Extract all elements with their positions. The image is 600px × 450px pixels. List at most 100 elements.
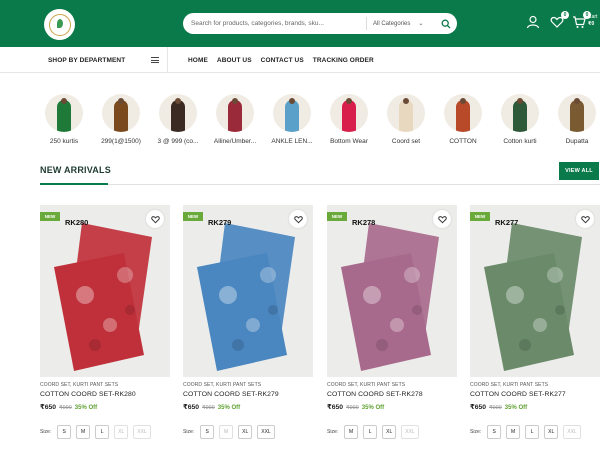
product-category[interactable]: COORD SET, KURTI PANT SETS — [40, 382, 118, 388]
category-figure — [456, 100, 470, 132]
product-image[interactable]: NEW RK278 — [327, 205, 457, 377]
category-item[interactable]: 250 kurtis — [35, 94, 93, 145]
add-to-wishlist-button[interactable] — [289, 210, 307, 228]
sale-price: ₹650 — [183, 404, 200, 411]
product-name[interactable]: COTTON COORD SET-RK277 — [470, 391, 566, 398]
category-figure — [171, 100, 185, 132]
nav-links: HOME ABOUT US CONTACT US TRACKING ORDER — [188, 47, 374, 73]
product-name[interactable]: COTTON COORD SET-RK280 — [40, 391, 136, 398]
category-select[interactable]: All Categories ⌄ — [366, 17, 428, 30]
logo-emblem-icon — [48, 13, 71, 36]
add-to-wishlist-button[interactable] — [146, 210, 164, 228]
price-row: ₹650 ₹999 35% Off — [40, 403, 97, 411]
section-title: NEW ARRIVALS — [40, 165, 111, 175]
product-card[interactable]: NEW RK278 COORD SET, KURTI PANT SETS COTTON… — [327, 205, 457, 450]
size-option[interactable]: S — [487, 425, 502, 439]
size-option[interactable]: XL — [382, 425, 397, 439]
size-option[interactable]: L — [525, 425, 540, 439]
size-label: Size: — [183, 429, 195, 435]
category-item[interactable]: Cotton kurti — [491, 94, 549, 145]
product-name[interactable]: COTTON COORD SET-RK279 — [183, 391, 279, 398]
category-image — [330, 94, 368, 132]
size-label: Size: — [40, 429, 52, 435]
view-all-button[interactable]: VIEW ALL — [559, 162, 599, 180]
account-button[interactable] — [526, 15, 540, 29]
product-code: RK277 — [495, 218, 519, 227]
garment-illustration — [197, 223, 295, 371]
size-option[interactable]: L — [95, 425, 110, 439]
category-image — [159, 94, 197, 132]
size-option[interactable]: M — [344, 425, 359, 439]
category-item[interactable]: Alline/Umber... — [206, 94, 264, 145]
size-selector: Size: M L XL XXL — [327, 424, 457, 440]
product-image[interactable]: NEW RK277 — [470, 205, 600, 377]
category-image — [273, 94, 311, 132]
sale-price: ₹650 — [470, 404, 487, 411]
category-image — [387, 94, 425, 132]
category-figure — [57, 100, 71, 132]
product-card[interactable]: NEW RK280 COORD SET, KURTI PANT SETS COTTON… — [40, 205, 170, 450]
product-code: RK278 — [352, 218, 376, 227]
nav-link-about-us[interactable]: ABOUT US — [217, 57, 252, 64]
product-category[interactable]: COORD SET, KURTI PANT SETS — [470, 382, 548, 388]
category-item[interactable]: Dupatta — [548, 94, 600, 145]
search-button[interactable] — [437, 15, 454, 32]
size-option[interactable]: L — [363, 425, 378, 439]
size-option[interactable]: M — [219, 425, 234, 439]
category-item[interactable]: Bottom Wear — [320, 94, 378, 145]
product-image[interactable]: NEW RK280 — [40, 205, 170, 377]
size-option[interactable]: S — [200, 425, 215, 439]
hamburger-menu-icon — [151, 57, 159, 63]
category-label: Alline/Umber... — [213, 138, 257, 145]
nav-link-home[interactable]: HOME — [188, 57, 208, 64]
product-name[interactable]: COTTON COORD SET-RK278 — [327, 391, 423, 398]
cart-summary[interactable]: Cart ₹0 — [588, 14, 597, 28]
size-option[interactable]: XL — [238, 425, 253, 439]
size-option[interactable]: XXL — [257, 425, 275, 439]
new-badge: NEW — [183, 212, 203, 221]
size-option[interactable]: M — [506, 425, 521, 439]
product-category[interactable]: COORD SET, KURTI PANT SETS — [327, 382, 405, 388]
department-label: SHOP BY DEPARTMENT — [48, 56, 126, 64]
product-code: RK280 — [65, 218, 89, 227]
new-badge: NEW — [327, 212, 347, 221]
size-option[interactable]: XL — [114, 425, 129, 439]
category-figure-head — [232, 98, 238, 104]
original-price: ₹999 — [59, 405, 72, 411]
category-item[interactable]: 299(1@1500) — [92, 94, 150, 145]
add-to-wishlist-button[interactable] — [576, 210, 594, 228]
category-label: Coord set — [391, 138, 421, 145]
add-to-wishlist-button[interactable] — [433, 210, 451, 228]
main-navigation: SHOP BY DEPARTMENT HOME ABOUT US CONTACT… — [0, 47, 600, 73]
category-item[interactable]: 3 @ 999 (co... — [149, 94, 207, 145]
product-image[interactable]: NEW RK279 — [183, 205, 313, 377]
search-input[interactable] — [191, 13, 361, 34]
product-card[interactable]: NEW RK279 COORD SET, KURTI PANT SETS COTTON… — [183, 205, 313, 450]
search-bar: All Categories ⌄ — [183, 13, 457, 34]
category-figure — [342, 100, 356, 132]
site-logo[interactable] — [44, 9, 75, 40]
cart-button[interactable]: 0 — [572, 11, 591, 29]
nav-link-contact-us[interactable]: CONTACT US — [261, 57, 304, 64]
wishlist-button[interactable]: 0 — [550, 11, 569, 29]
size-option[interactable]: XXL — [563, 425, 581, 439]
product-category[interactable]: COORD SET, KURTI PANT SETS — [183, 382, 261, 388]
nav-link-tracking-order[interactable]: TRACKING ORDER — [313, 57, 374, 64]
size-option[interactable]: XL — [544, 425, 559, 439]
size-option[interactable]: XXL — [401, 425, 419, 439]
category-item[interactable]: COTTON — [434, 94, 492, 145]
shop-by-department-button[interactable]: SHOP BY DEPARTMENT — [40, 47, 168, 73]
garment-illustration — [341, 223, 439, 371]
category-label: COTTON — [449, 138, 477, 145]
size-option[interactable]: S — [57, 425, 72, 439]
product-card[interactable]: NEW RK277 COORD SET, KURTI PANT SETS COTTON… — [470, 205, 600, 450]
size-option[interactable]: XXL — [133, 425, 151, 439]
category-label: Bottom Wear — [330, 138, 368, 145]
category-item[interactable]: Coord set — [377, 94, 435, 145]
chevron-down-icon: ⌄ — [418, 21, 424, 27]
category-item[interactable]: ANKLE LEN... — [263, 94, 321, 145]
category-label: ANKLE LEN... — [271, 138, 313, 145]
original-price: ₹999 — [489, 405, 502, 411]
size-selector: Size: S M L XL XXL — [40, 424, 170, 440]
size-option[interactable]: M — [76, 425, 91, 439]
